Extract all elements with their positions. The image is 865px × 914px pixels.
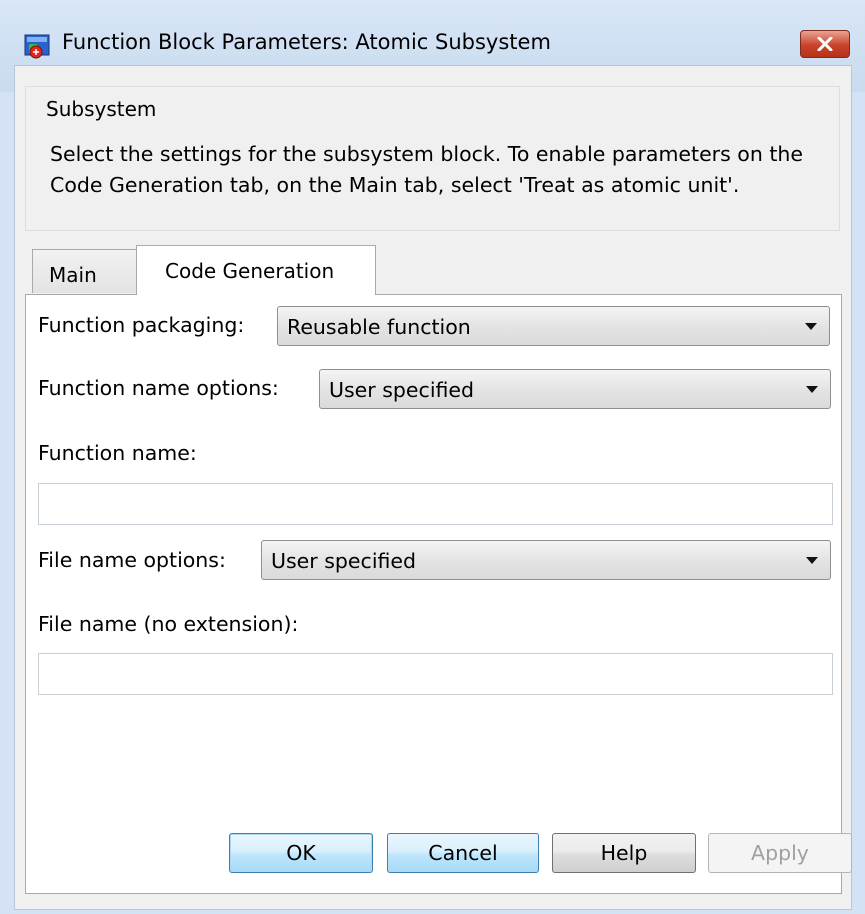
chevron-down-icon	[805, 323, 817, 330]
ok-button[interactable]: OK	[229, 833, 373, 873]
chevron-down-icon	[806, 557, 818, 564]
dialog-client-area: Subsystem Select the settings for the su…	[14, 65, 852, 910]
apply-button[interactable]: Apply	[708, 833, 852, 873]
subsystem-groupbox: Subsystem Select the settings for the su…	[25, 86, 840, 231]
help-button[interactable]: Help	[552, 833, 696, 873]
function-packaging-dropdown[interactable]: Reusable function	[277, 306, 830, 346]
tab-code-generation[interactable]: Code Generation	[136, 245, 376, 295]
function-name-label: Function name:	[38, 441, 197, 465]
file-name-label: File name (no extension):	[38, 612, 299, 636]
file-name-options-value: User specified	[271, 549, 417, 573]
function-name-options-label: Function name options:	[38, 376, 279, 400]
file-name-options-dropdown[interactable]: User specified	[261, 540, 831, 580]
tab-main[interactable]: Main	[32, 249, 138, 293]
close-button[interactable]	[800, 30, 850, 58]
file-name-options-label: File name options:	[38, 548, 226, 572]
file-name-field[interactable]	[38, 653, 833, 695]
cancel-button[interactable]: Cancel	[387, 833, 539, 873]
subsystem-description: Select the settings for the subsystem bl…	[50, 142, 804, 197]
function-name-field[interactable]	[38, 483, 833, 525]
code-generation-panel: Function packaging: Reusable function Fu…	[25, 294, 842, 894]
close-icon	[817, 37, 833, 51]
function-packaging-label: Function packaging:	[38, 313, 245, 337]
chevron-down-icon	[806, 386, 818, 393]
dialog-window: Function Block Parameters: Atomic Subsys…	[0, 0, 865, 914]
function-name-options-dropdown[interactable]: User specified	[319, 369, 831, 409]
simulink-block-icon	[24, 32, 52, 60]
subsystem-legend: Subsystem	[40, 97, 163, 121]
function-name-options-value: User specified	[329, 378, 475, 402]
window-title: Function Block Parameters: Atomic Subsys…	[62, 30, 551, 54]
function-packaging-value: Reusable function	[287, 315, 471, 339]
